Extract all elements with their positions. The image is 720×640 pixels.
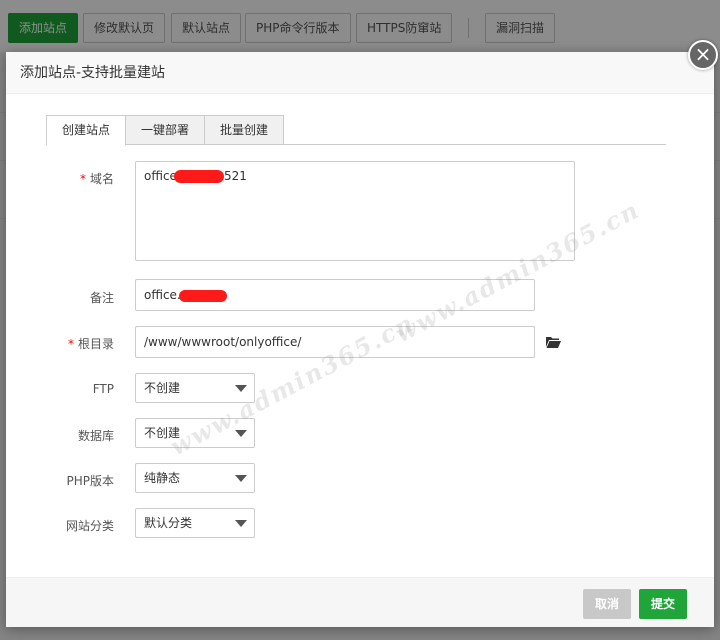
php-version-select[interactable]: 纯静态: [135, 463, 255, 493]
add-site-dialog: 添加站点-支持批量建站 创建站点 一键部署 批量创建 * 域名 office 521…: [6, 52, 714, 627]
domain-label: * 域名: [44, 170, 114, 187]
chevron-down-icon: [235, 430, 247, 437]
dialog-title: 添加站点-支持批量建站: [6, 52, 714, 94]
site-category-label: 网站分类: [65, 519, 114, 533]
chevron-down-icon: [235, 475, 247, 482]
ftp-label: FTP: [92, 382, 114, 396]
tab-create-site[interactable]: 创建站点: [46, 115, 126, 146]
redaction-mark: [178, 289, 227, 302]
required-mark: *: [67, 337, 74, 351]
dialog-tabs: 创建站点 一键部署 批量创建: [46, 115, 666, 146]
close-icon[interactable]: ×: [688, 40, 718, 70]
remark-value-prefix: office.: [144, 288, 181, 302]
site-category-select-value: 默认分类: [144, 516, 193, 530]
chevron-down-icon: [235, 385, 247, 392]
domain-value-prefix: office: [144, 169, 177, 183]
root-dir-label-text: 根目录: [77, 337, 114, 351]
site-category-select[interactable]: 默认分类: [135, 508, 255, 538]
ftp-select-value: 不创建: [144, 381, 181, 395]
root-dir-label: * 根目录: [44, 335, 114, 352]
domain-value-suffix: 521: [223, 169, 247, 183]
remark-label: 备注: [89, 291, 114, 305]
tab-one-click-deploy[interactable]: 一键部署: [125, 115, 205, 145]
tab-batch-create[interactable]: 批量创建: [204, 115, 284, 145]
redaction-mark: [173, 170, 224, 183]
domain-label-text: 域名: [89, 172, 114, 186]
chevron-down-icon: [235, 520, 247, 527]
database-label: 数据库: [77, 429, 114, 443]
submit-button[interactable]: 提交: [639, 589, 687, 619]
domain-textarea[interactable]: office 521: [135, 161, 575, 261]
php-version-select-value: 纯静态: [144, 471, 181, 485]
php-version-label: PHP版本: [66, 474, 115, 488]
dialog-footer: 取消 提交: [6, 577, 714, 627]
cancel-button[interactable]: 取消: [583, 589, 631, 619]
required-mark: *: [79, 172, 86, 186]
folder-open-icon[interactable]: [546, 336, 561, 348]
